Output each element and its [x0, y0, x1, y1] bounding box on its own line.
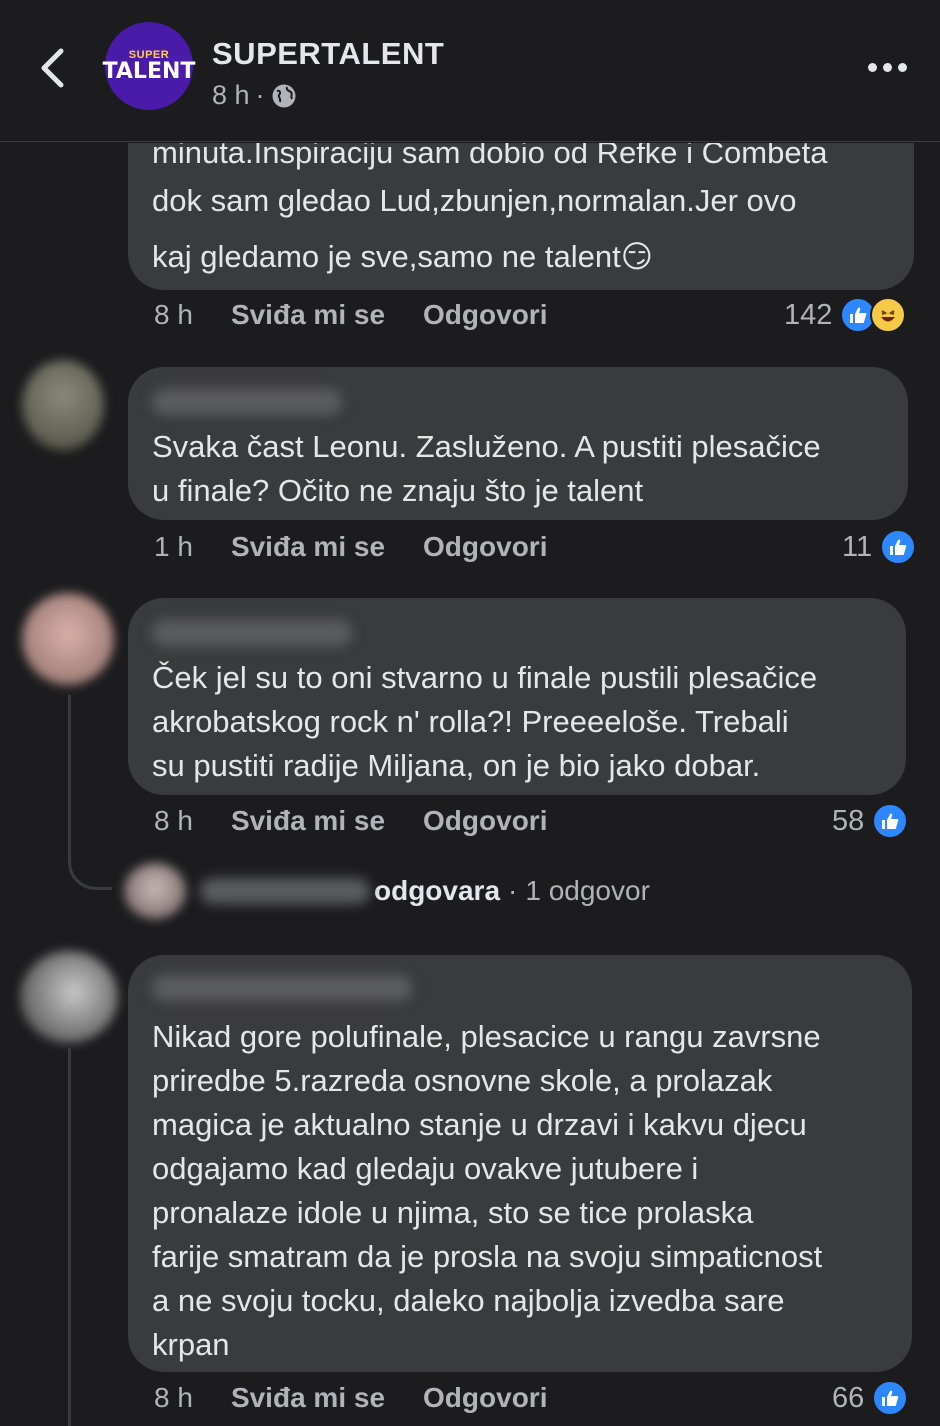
reaction-count: 142: [784, 298, 833, 331]
reaction-summary[interactable]: 58: [832, 803, 909, 839]
like-icon: [880, 529, 917, 565]
thread-line: [68, 695, 112, 890]
replier-name: [200, 878, 370, 904]
reply-separator: ·: [508, 875, 518, 906]
comment-text: Svaka čast Leonu. Zasluženo. A pustiti p…: [152, 425, 884, 513]
replier-avatar: [124, 863, 186, 919]
chevron-left-icon: [41, 48, 64, 88]
comment-line: u finale? Očito ne znaju što je talent: [152, 473, 644, 508]
reply-button[interactable]: Odgovori: [423, 805, 547, 837]
comment-line: akrobatskog rock n' rolla?! Preeeeloše. …: [152, 704, 789, 739]
post-header: SUPER TALENT SUPERTALENT 8 h ·: [0, 0, 940, 142]
reaction-summary[interactable]: 66: [832, 1380, 909, 1416]
reaction-count: 66: [832, 1381, 865, 1414]
meta-separator: ·: [255, 80, 265, 110]
page-name[interactable]: SUPERTALENT: [212, 36, 444, 72]
comment-line: kaj gledamo je sve,samo ne talent😏: [152, 239, 654, 274]
commenter-avatar[interactable]: [20, 951, 118, 1043]
reply-button[interactable]: Odgovori: [423, 531, 547, 563]
comment-time: 8 h: [154, 805, 193, 836]
comment-text: Ček jel su to oni stvarno u finale pusti…: [152, 656, 882, 788]
comment-line: Svaka čast Leonu. Zasluženo. A pustiti p…: [152, 429, 821, 464]
reaction-summary[interactable]: 11: [842, 529, 917, 565]
thread-line: [68, 1048, 71, 1426]
comment-line: krpan: [152, 1327, 230, 1362]
comment-line: Ček jel su to oni stvarno u finale pusti…: [152, 660, 818, 695]
comment-bubble[interactable]: Svaka čast Leonu. Zasluženo. A pustiti p…: [128, 367, 908, 520]
more-icon-dot: [882, 62, 892, 72]
comment-line: priredbe 5.razreda osnovne skole, a prol…: [152, 1063, 773, 1098]
comment-actions: 1 h Sviđa mi se Odgovori: [154, 531, 547, 563]
back-button[interactable]: [30, 42, 74, 94]
reply-count: 1 odgovor: [525, 875, 650, 906]
page-avatar[interactable]: SUPER TALENT: [102, 22, 196, 110]
like-icon: [872, 1380, 909, 1416]
comments-list[interactable]: minuta.Inspiraciju sam dobio od Refke i …: [0, 143, 940, 1426]
logo-text-big: TALENT: [102, 58, 196, 84]
reply-action: odgovara: [374, 875, 501, 906]
globe-icon: [272, 84, 296, 107]
commenter-name[interactable]: [152, 620, 352, 646]
comment-bubble[interactable]: Nikad gore polufinale, plesacice u rangu…: [128, 955, 912, 1372]
comment-time: 1 h: [154, 531, 193, 562]
commenter-name[interactable]: [152, 389, 342, 415]
commenter-avatar[interactable]: [22, 593, 114, 685]
comment-line: minuta.Inspiraciju sam dobio od Refke i …: [152, 143, 828, 170]
comment-text: Nikad gore polufinale, plesacice u rangu…: [152, 1015, 888, 1367]
more-options-button[interactable]: [862, 52, 912, 82]
comment-bubble[interactable]: Ček jel su to oni stvarno u finale pusti…: [128, 598, 906, 795]
comment-actions: 8 h Sviđa mi se Odgovori: [154, 299, 547, 331]
reaction-count: 58: [832, 804, 865, 837]
like-button[interactable]: Sviđa mi se: [231, 531, 385, 563]
more-icon-dot: [897, 62, 907, 72]
like-button[interactable]: Sviđa mi se: [231, 1382, 385, 1414]
comment-actions: 8 h Sviđa mi se Odgovori: [154, 805, 547, 837]
comment-line: a ne svoju tocku, daleko najbolja izvedb…: [152, 1283, 785, 1318]
view-replies-link[interactable]: odgovara · 1 odgovor: [124, 863, 650, 919]
like-button[interactable]: Sviđa mi se: [231, 299, 385, 331]
post-time: 8 h: [212, 80, 250, 110]
comment-bubble[interactable]: minuta.Inspiraciju sam dobio od Refke i …: [128, 143, 914, 290]
reply-button[interactable]: Odgovori: [423, 1382, 547, 1414]
comment-line: Nikad gore polufinale, plesacice u rangu…: [152, 1019, 821, 1054]
comment-line: odgajamo kad gledaju ovakve jutubere i: [152, 1151, 699, 1186]
comment-time: 8 h: [154, 1382, 193, 1413]
comment-line: dok sam gledao Lud,zbunjen,normalan.Jer …: [152, 183, 797, 218]
comment-text: minuta.Inspiraciju sam dobio od Refke i …: [152, 143, 890, 279]
comment-line: su pustiti radije Miljana, on je bio jak…: [152, 748, 761, 783]
like-button[interactable]: Sviđa mi se: [231, 805, 385, 837]
commenter-avatar[interactable]: [22, 360, 104, 450]
comment-line: farije smatram da je prosla na svoju sim…: [152, 1239, 823, 1274]
reply-button[interactable]: Odgovori: [423, 299, 547, 331]
comment-line: pronalaze idole u njima, sto se tice pro…: [152, 1195, 754, 1230]
comment-line: magica je aktualno stanje u drzavi i kak…: [152, 1107, 807, 1142]
reaction-count: 11: [842, 530, 873, 563]
post-meta: 8 h ·: [212, 80, 297, 111]
comment-actions: 8 h Sviđa mi se Odgovori: [154, 1382, 547, 1414]
comment-time: 8 h: [154, 299, 193, 330]
more-icon: [867, 62, 877, 72]
like-icon: [872, 803, 909, 839]
commenter-name[interactable]: [152, 975, 412, 1001]
reaction-summary[interactable]: 142: [784, 297, 907, 333]
haha-icon: [870, 297, 907, 333]
